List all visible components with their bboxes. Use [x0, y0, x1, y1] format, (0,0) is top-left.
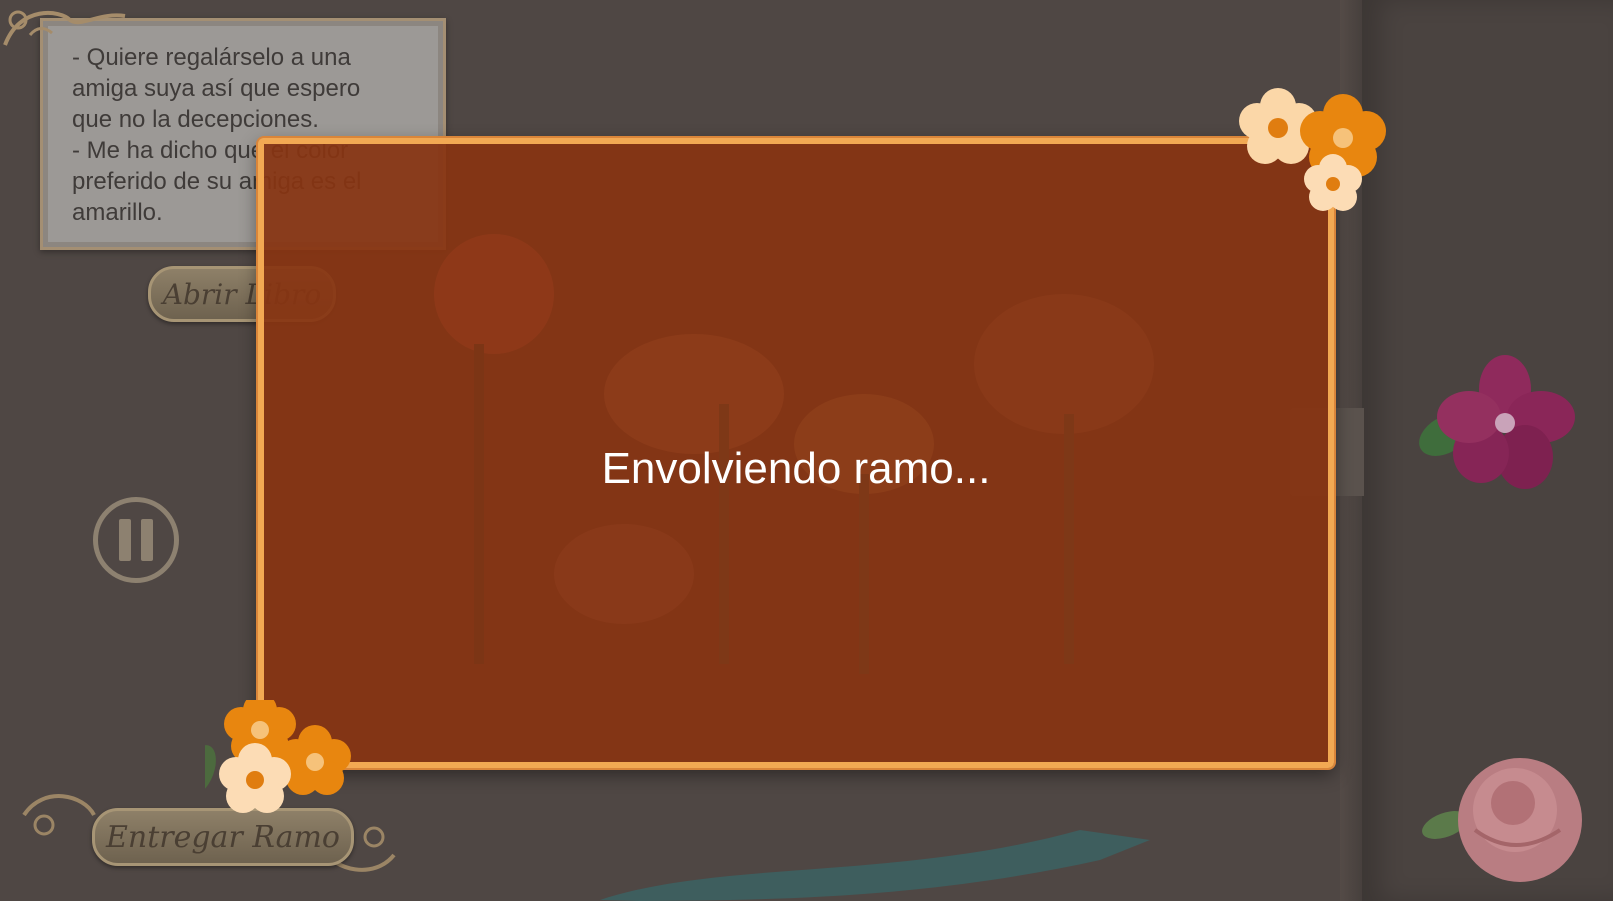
ribbon-decoration: [600, 830, 1150, 901]
pause-icon: [119, 519, 131, 561]
flower-cluster-icon-bottom: [205, 700, 351, 813]
pause-button[interactable]: [93, 497, 179, 583]
wrapping-message: Envolviendo ramo...: [601, 444, 991, 493]
wrapping-dialog: Envolviendo ramo...: [258, 138, 1334, 768]
pause-icon-bar: [141, 519, 153, 561]
flower-cluster-icon: [1239, 88, 1386, 211]
magenta-flower-icon: [1419, 355, 1575, 489]
pink-rose-icon: [1422, 758, 1582, 882]
